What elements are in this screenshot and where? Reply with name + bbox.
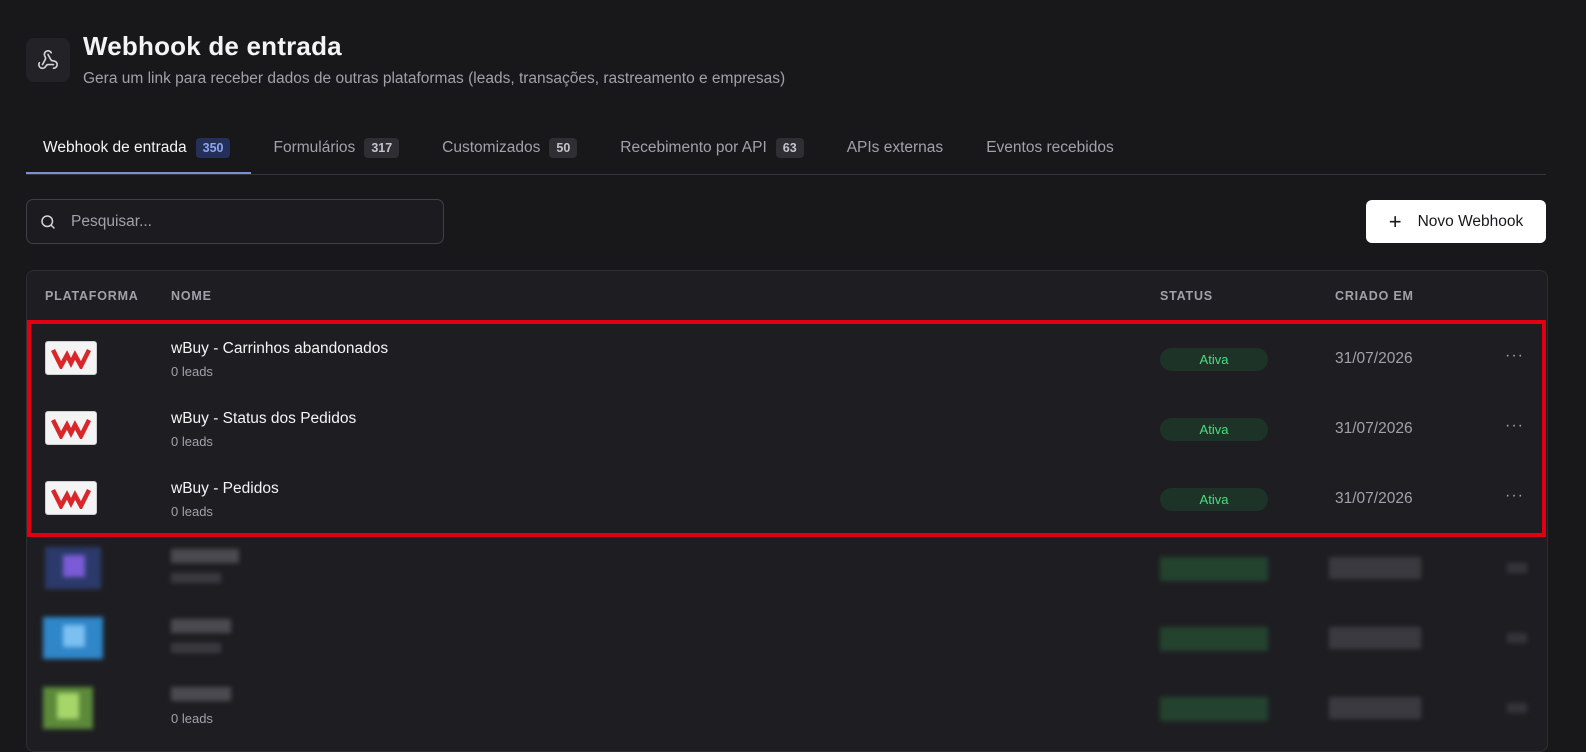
tab-label: APIs externas xyxy=(846,139,944,156)
obscured-leads xyxy=(171,573,221,583)
tab-recebimento-api[interactable]: Recebimento por API 63 xyxy=(603,124,824,172)
table-header: PLATAFORMA NOME STATUS CRIADO EM xyxy=(27,271,1547,321)
more-options-icon[interactable]: ··· xyxy=(1505,417,1524,435)
tab-formularios[interactable]: Formulários 317 xyxy=(256,124,420,172)
webhooks-table: PLATAFORMA NOME STATUS CRIADO EM wBuy - … xyxy=(26,270,1548,752)
more-options-icon[interactable]: ··· xyxy=(1505,487,1524,505)
status-badge: Ativa xyxy=(1160,488,1268,511)
table-row[interactable]: wBuy - Carrinhos abandonados 0 leads Ati… xyxy=(27,323,1547,393)
obscured-date xyxy=(1329,557,1421,579)
new-webhook-label: Novo Webhook xyxy=(1417,212,1524,230)
search-input[interactable] xyxy=(69,211,413,232)
tab-count-badge: 63 xyxy=(775,138,804,158)
row-created-date: 31/07/2026 xyxy=(1335,420,1413,437)
wbuy-logo-icon xyxy=(45,481,97,515)
page-title: Webhook de entrada xyxy=(83,31,342,61)
row-created-date: 31/07/2026 xyxy=(1335,350,1413,367)
tab-eventos-recebidos[interactable]: Eventos recebidos xyxy=(969,124,1135,172)
obscured-name xyxy=(171,687,231,701)
column-header-platform: PLATAFORMA xyxy=(45,289,139,303)
tab-webhook-entrada[interactable]: Webhook de entrada 350 xyxy=(26,124,252,174)
obscured-date xyxy=(1329,697,1421,719)
obscured-menu xyxy=(1507,703,1527,713)
row-name[interactable]: wBuy - Pedidos xyxy=(171,480,279,498)
more-options-icon[interactable]: ··· xyxy=(1505,347,1524,365)
search-icon xyxy=(41,214,55,229)
obscured-status xyxy=(1160,627,1268,651)
obscured-status xyxy=(1160,557,1268,581)
obscured-logo-detail xyxy=(63,555,85,577)
obscured-menu xyxy=(1507,633,1527,643)
tab-label: Recebimento por API xyxy=(620,139,767,156)
page-subtitle: Gera um link para receber dados de outra… xyxy=(83,70,786,87)
table-row[interactable]: wBuy - Status dos Pedidos 0 leads Ativa … xyxy=(27,393,1547,463)
obscured-date xyxy=(1329,627,1421,649)
obscured-menu xyxy=(1507,563,1527,573)
tab-label: Eventos recebidos xyxy=(986,139,1114,156)
tab-count-badge: 350 xyxy=(195,138,231,158)
row-name[interactable]: wBuy - Status dos Pedidos xyxy=(171,410,356,428)
tab-apis-externas[interactable]: APIs externas xyxy=(830,124,965,172)
search-box xyxy=(26,199,444,244)
new-webhook-button[interactable]: + Novo Webhook xyxy=(1366,200,1546,243)
tab-customizados[interactable]: Customizados 50 xyxy=(425,124,598,172)
row-leads: 0 leads xyxy=(171,711,213,726)
row-leads: 0 leads xyxy=(171,434,213,449)
row-leads: 0 leads xyxy=(171,504,213,519)
webhook-icon xyxy=(26,38,70,82)
tab-count-badge: 50 xyxy=(549,138,578,158)
obscured-table-row[interactable]: 0 leads xyxy=(27,673,1547,743)
obscured-table-row[interactable] xyxy=(27,603,1547,673)
obscured-leads xyxy=(171,643,221,653)
column-header-created: CRIADO EM xyxy=(1335,289,1414,303)
tab-label: Webhook de entrada xyxy=(43,139,187,156)
column-header-status: STATUS xyxy=(1160,289,1213,303)
row-name[interactable]: wBuy - Carrinhos abandonados xyxy=(171,340,388,358)
tab-label: Formulários xyxy=(273,139,356,156)
tab-bar: Webhook de entrada 350 Formulários 317 C… xyxy=(26,124,1546,175)
row-created-date: 31/07/2026 xyxy=(1335,490,1413,507)
obscured-logo-detail xyxy=(63,625,85,647)
status-badge: Ativa xyxy=(1160,418,1268,441)
obscured-status xyxy=(1160,697,1268,721)
tab-label: Customizados xyxy=(442,139,541,156)
tab-count-badge: 317 xyxy=(364,138,400,158)
obscured-name xyxy=(171,549,239,563)
column-header-name: NOME xyxy=(171,289,212,303)
status-badge: Ativa xyxy=(1160,348,1268,371)
table-row[interactable]: wBuy - Pedidos 0 leads Ativa 31/07/2026 … xyxy=(27,463,1547,533)
obscured-name xyxy=(171,619,231,633)
obscured-table-row[interactable] xyxy=(27,533,1547,603)
obscured-logo-detail xyxy=(57,693,79,719)
plus-icon: + xyxy=(1388,208,1402,234)
wbuy-logo-icon xyxy=(45,411,97,445)
wbuy-logo-icon xyxy=(45,341,97,375)
row-leads: 0 leads xyxy=(171,364,213,379)
